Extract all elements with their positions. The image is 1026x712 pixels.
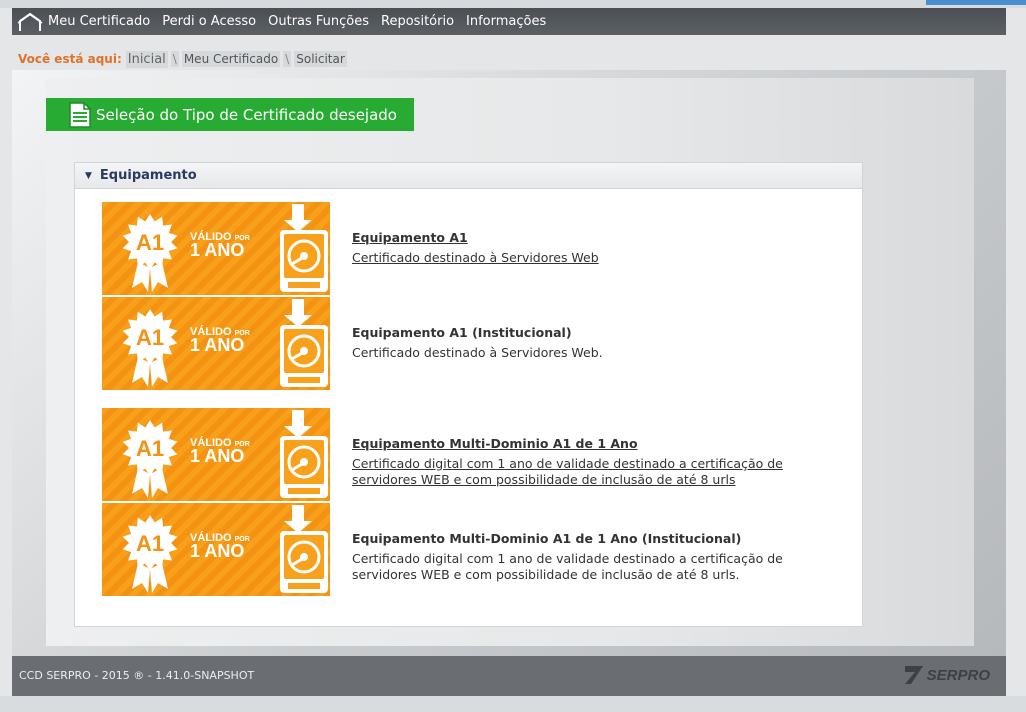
badge-text: A1 — [136, 436, 164, 461]
bottom-bar — [0, 696, 1026, 712]
page-title-bar: Seleção do Tipo de Certificado desejado — [46, 98, 414, 131]
validity-banner: A1 VÁLIDO POR 1 ANO — [102, 297, 330, 390]
footer-text: CCD SERPRO - 2015 ® - 1.41.0-SNAPSHOT — [19, 669, 255, 682]
validity-line2: 1 ANO — [190, 446, 244, 466]
serpro-logo-icon — [904, 666, 923, 684]
breadcrumb: Você está aqui: Inicial \ Meu Certificad… — [12, 49, 347, 69]
triangle-down-icon: ▼ — [85, 170, 92, 181]
validity-banner: A1 VÁLIDO POR 1 ANO — [102, 202, 330, 295]
badge-text: A1 — [136, 230, 164, 255]
nav-outras-funcoes[interactable]: Outras Funções — [268, 14, 369, 29]
badge-text: A1 — [136, 325, 164, 350]
certificate-option-a1-institucional[interactable]: A1 VÁLIDO POR 1 ANO Equipamento A1 (Instit… — [102, 297, 822, 390]
validity-line2: 1 ANO — [190, 335, 244, 355]
section-header[interactable]: ▼ Equipamento — [75, 163, 862, 189]
document-list-icon — [69, 101, 91, 128]
page-title: Seleção do Tipo de Certificado desejado — [96, 105, 397, 124]
top-line — [0, 0, 1026, 8]
serpro-logo: SERPRO — [903, 664, 990, 686]
banner-graphic: A1 VÁLIDO POR1 ANO — [122, 505, 328, 593]
breadcrumb-meu-certificado[interactable]: Meu Certificado — [181, 51, 281, 67]
equipamento-section: ▼ Equipamento A1 VÁLIDO POR 1 ANO Equipame… — [74, 162, 863, 627]
option-title: Equipamento Multi-Dominio A1 de 1 Ano (I… — [352, 531, 742, 546]
option-title[interactable]: Equipamento A1 — [352, 230, 792, 245]
validity-banner: A1 VÁLIDO POR 1 ANO — [102, 408, 330, 501]
nav-perdi-o-acesso[interactable]: Perdi o Acesso — [162, 14, 256, 29]
option-title: Equipamento A1 (Institucional) — [352, 325, 572, 340]
badge-text: A1 — [136, 531, 164, 556]
breadcrumb-inicial[interactable]: Inicial — [125, 50, 168, 68]
home-icon — [17, 12, 43, 31]
banner-graphic: A1 VÁLIDO POR1 ANO — [122, 299, 328, 387]
nav-informacoes[interactable]: Informações — [466, 14, 546, 29]
home-button[interactable] — [12, 8, 48, 35]
banner-graphic: A1 VÁLIDO POR1 ANO — [122, 410, 328, 498]
breadcrumb-separator: \ — [170, 51, 179, 67]
serpro-logo-text: SERPRO — [926, 666, 990, 684]
option-description-line[interactable]: servidores WEB e com possibilidade de in… — [352, 472, 792, 488]
breadcrumb-separator: \ — [283, 51, 292, 67]
option-description[interactable]: Certificado destinado à Servidores Web — [352, 250, 792, 266]
validity-banner: A1 VÁLIDO POR 1 ANO — [102, 503, 330, 596]
section-title: Equipamento — [99, 168, 197, 183]
certificate-option-multidominio-institucional[interactable]: A1 VÁLIDO POR 1 ANO Equipamento Multi-Domi… — [102, 503, 822, 596]
option-description-line: servidores WEB e com possibilidade de in… — [352, 567, 740, 582]
option-description-line[interactable]: Certificado digital com 1 ano de validad… — [352, 456, 792, 472]
validity-line2: 1 ANO — [190, 541, 244, 561]
main-navbar: Meu Certificado Perdi o Acesso Outras Fu… — [12, 8, 1006, 35]
certificate-option-multidominio[interactable]: A1 VÁLIDO POR 1 ANO Equipamento Multi-Domi… — [102, 408, 822, 501]
option-title[interactable]: Equipamento Multi-Dominio A1 de 1 Ano — [352, 436, 792, 451]
option-description: Certificado destinado à Servidores Web. — [352, 345, 603, 360]
validity-line2: 1 ANO — [190, 240, 244, 260]
banner-graphic: A1 VÁLIDO POR1 ANO — [122, 204, 328, 292]
breadcrumb-solicitar: Solicitar — [294, 51, 347, 67]
nav-meu-certificado[interactable]: Meu Certificado — [48, 14, 150, 29]
nav-repositorio[interactable]: Repositório — [381, 14, 454, 29]
footer: CCD SERPRO - 2015 ® - 1.41.0-SNAPSHOT SE… — [12, 656, 1006, 696]
certificate-option-a1[interactable]: A1 VÁLIDO POR 1 ANO Equipamento A1 Certifi… — [102, 202, 822, 295]
breadcrumb-label: Você está aqui: — [18, 52, 122, 66]
option-description-line: Certificado digital com 1 ano de validad… — [352, 551, 783, 566]
